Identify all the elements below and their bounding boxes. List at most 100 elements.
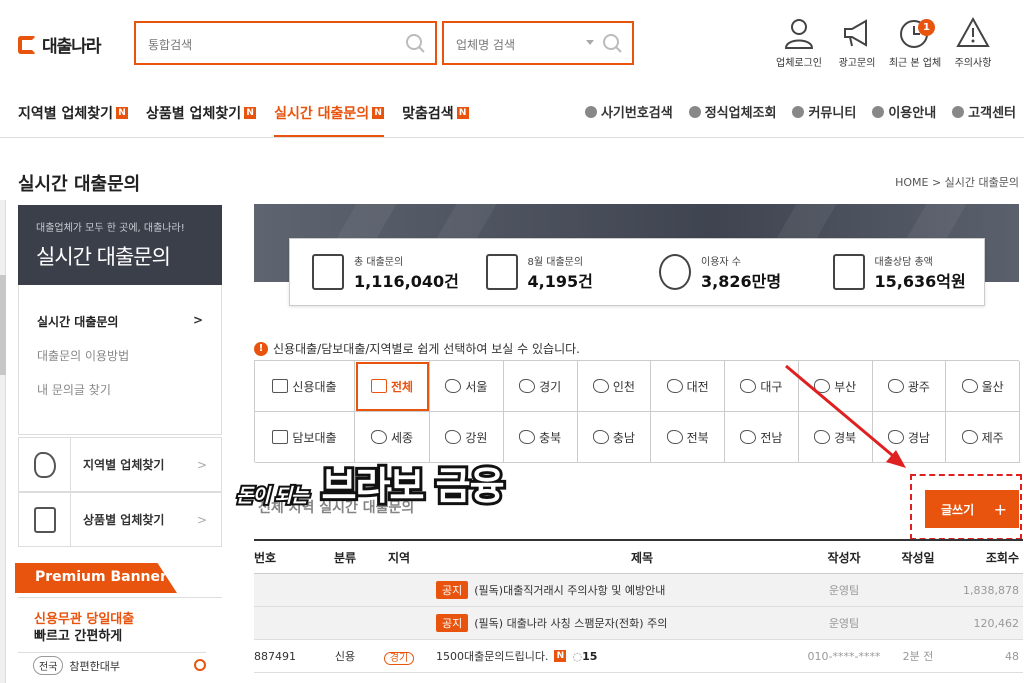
region-tag: 경기 (383, 651, 415, 665)
cell-title[interactable]: 1500대출문의드립니다. N ◌15 (424, 648, 800, 664)
filter-region[interactable]: 서울 (430, 361, 504, 412)
premium-company-row[interactable]: 전국 참편한대부 (18, 652, 206, 678)
chat-icon (792, 105, 805, 118)
exclamation-icon: ! (254, 341, 268, 356)
sidebar-link-product[interactable]: 상품별 업체찾기 > (18, 492, 222, 547)
new-badge: N (554, 650, 567, 662)
table-header: 번호 분류 지역 제목 작성자 작성일 조회수 (254, 541, 1023, 574)
filter-label: 인천 (612, 379, 635, 394)
nav-realtime-inquiry[interactable]: 실시간 대출문의 N (274, 89, 385, 137)
filter-label: 전북 (686, 430, 709, 445)
region-pill: 전국 (33, 656, 64, 675)
cell-views: 1,838,878 (963, 583, 1019, 597)
document-icon (19, 493, 71, 546)
filter-notice: ! 신용대출/담보대출/지역별로 쉽게 선택하여 보실 수 있습니다. (254, 340, 580, 357)
filter-region[interactable]: 대전 (651, 361, 725, 412)
table-row[interactable]: 공지 (필독)대출직거래시 주의사항 및 예방안내 운영팀 1,838,878 (254, 574, 1023, 607)
stat-label: 총 대출문의 (354, 256, 404, 268)
sidebar-item-label: 대출문의 이용방법 (37, 349, 130, 363)
sidebar-item-my-inquiries[interactable]: 내 문의글 찾기 (19, 381, 221, 415)
table-row[interactable]: 공지 (필독) 대출나라 사칭 스팸문자(전화) 주의 운영팀 120,462 (254, 607, 1023, 640)
write-button[interactable]: 글쓰기 + (925, 490, 1019, 528)
company-search-icon[interactable] (602, 33, 622, 53)
search-icon[interactable] (405, 33, 425, 53)
nav-right-label: 고객센터 (968, 106, 1016, 121)
filter-label: 경기 (539, 379, 562, 394)
logo[interactable]: 대출나라 (18, 32, 102, 57)
col-views: 조회수 (985, 550, 1019, 565)
sidebar-item-how-to-use[interactable]: 대출문의 이용방법 (19, 347, 221, 381)
filter-region[interactable]: 울산 (946, 361, 1020, 412)
company-search-input[interactable]: 업체명 검색 (442, 21, 634, 65)
plus-icon: + (993, 499, 1007, 519)
sidebar-link-region[interactable]: 지역별 업체찾기 > (18, 437, 222, 492)
nav-right-label: 정식업체조회 (704, 106, 777, 121)
filter-credit-loan[interactable]: 신용대출 (255, 361, 355, 412)
nav-customer-center[interactable]: 고객센터 (952, 102, 1016, 121)
sidebar-item-label: 실시간 대출문의 (37, 315, 119, 329)
left-edge-shade (0, 275, 6, 375)
overlay-big-text: 브라보 금융 (319, 461, 508, 511)
nav-custom-search[interactable]: 맞춤검색 N (402, 103, 469, 123)
nav-community[interactable]: 커뮤니티 (792, 102, 856, 121)
id-card-icon (272, 379, 289, 393)
nav-region-search[interactable]: 지역별 업체찾기 N (18, 103, 129, 123)
nav-label: 실시간 대출문의 (274, 105, 370, 122)
stats-panel: 총 대출문의 1,116,040건 8월 대출문의 4,195건 이용자 수 3,82… (289, 238, 985, 306)
ad-inquiry-label: 광고문의 (838, 58, 876, 69)
person-icon (952, 105, 965, 118)
chevron-right-icon: > (196, 457, 207, 472)
filter-label: 담보대출 (292, 430, 337, 445)
search-icon[interactable] (194, 659, 206, 671)
nav-product-search[interactable]: 상품별 업체찾기 N (146, 103, 257, 123)
filter-region[interactable]: 인천 (577, 361, 652, 412)
filter-region[interactable]: 경기 (503, 361, 578, 412)
caution-label: 주의사항 (954, 58, 992, 69)
nav-label: 맞춤검색 (402, 105, 454, 122)
stat-value: 3,826만명 (701, 271, 782, 291)
caution-button[interactable]: 주의사항 (944, 16, 1002, 69)
nav-right-label: 이용안내 (888, 106, 937, 121)
col-region: 지역 (387, 550, 411, 565)
filter-region[interactable]: 제주 (946, 412, 1020, 463)
stat-total-inquiries: 총 대출문의 1,116,040건 (290, 253, 464, 292)
table-row[interactable]: 887491 신용 경기 1500대출문의드립니다. N ◌15 010-****-… (254, 640, 1023, 673)
users-icon (659, 254, 691, 290)
main-nav: 지역별 업체찾기 N 상품별 업체찾기 N 실시간 대출문의 N 맞춤검색 N 사기번호… (0, 88, 1024, 138)
filter-region[interactable]: 충북 (503, 412, 578, 463)
breadcrumb[interactable]: HOME > 실시간 대출문의 (895, 174, 1019, 190)
stat-label: 8월 대출문의 (527, 256, 584, 268)
recent-companies-button[interactable]: 1 최근 본 업체 (886, 16, 944, 69)
premium-ad-line2[interactable]: 빠르고 간편하게 (34, 625, 122, 644)
stat-label: 이용자 수 (701, 256, 741, 268)
checklist-icon (312, 254, 344, 290)
filter-all[interactable]: 전체 (355, 361, 430, 412)
nav-fraud-number-search[interactable]: 사기번호검색 (584, 102, 673, 121)
col-title: 제목 (630, 550, 654, 565)
sidebar-item-realtime-inquiry[interactable]: 실시간 대출문의 > (19, 313, 221, 347)
check-icon (872, 105, 885, 118)
filter-label: 서울 (465, 379, 488, 394)
col-number: 번호 (254, 550, 277, 565)
region-map-icon (592, 379, 609, 393)
cell-title[interactable]: 공지 (필독) 대출나라 사칭 스팸문자(전화) 주의 (424, 614, 800, 632)
dropdown-caret-icon (586, 40, 594, 45)
region-map-icon (961, 379, 978, 393)
region-map-icon (740, 379, 757, 393)
search-input[interactable]: 통합검색 (134, 21, 437, 65)
ad-inquiry-button[interactable]: 광고문의 (828, 16, 886, 69)
money-stack-icon (832, 254, 865, 290)
red-arrow-icon (785, 364, 906, 468)
comment-count: ◌15 (572, 649, 598, 663)
filter-label: 강원 (465, 430, 488, 445)
document-icon (688, 105, 701, 118)
company-login-button[interactable]: 업체로그인 (770, 16, 828, 69)
logo-mark-icon (18, 35, 36, 54)
megaphone-icon (844, 19, 867, 47)
nav-official-company-check[interactable]: 정식업체조회 (688, 102, 777, 121)
filter-region[interactable]: 전북 (651, 412, 725, 463)
filter-region[interactable]: 충남 (577, 412, 652, 463)
sidebar-link-label: 상품별 업체찾기 (83, 513, 165, 527)
nav-usage-guide[interactable]: 이용안내 (872, 102, 936, 121)
cell-title[interactable]: 공지 (필독)대출직거래시 주의사항 및 예방안내 (424, 581, 800, 599)
